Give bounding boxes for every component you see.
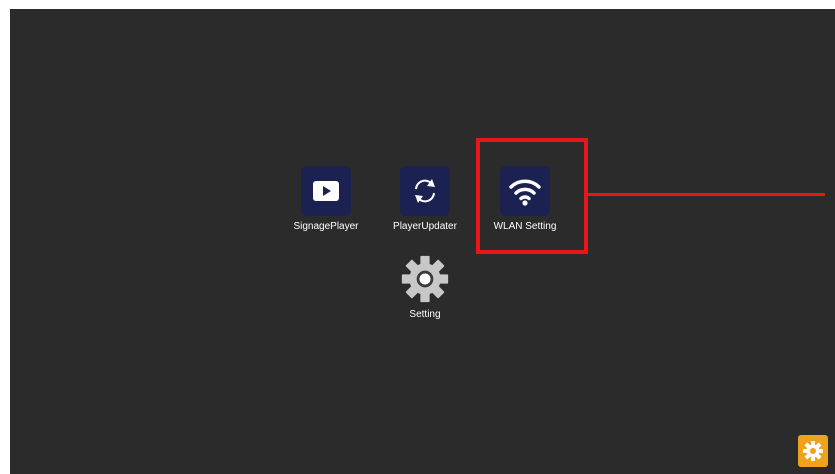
settings-corner-button[interactable] xyxy=(798,435,828,467)
app-setting[interactable]: Setting xyxy=(375,254,475,320)
app-label: PlayerUpdater xyxy=(393,221,457,232)
play-icon xyxy=(313,181,339,201)
app-player-updater[interactable]: PlayerUpdater xyxy=(375,166,475,232)
refresh-icon xyxy=(415,179,435,203)
app-signage-player[interactable]: SignagePlayer xyxy=(276,166,376,232)
callout-line xyxy=(584,193,825,196)
app-label: SignagePlayer xyxy=(293,221,359,232)
signage-player-tile[interactable] xyxy=(301,166,351,216)
setting-tile[interactable] xyxy=(400,254,450,304)
home-screen: SignagePlayer PlayerUpdater WLAN Setting xyxy=(10,9,835,474)
highlight-box xyxy=(476,138,588,254)
player-updater-tile[interactable] xyxy=(400,166,450,216)
gear-icon xyxy=(401,255,449,303)
app-label: Setting xyxy=(409,309,441,320)
gear-icon xyxy=(803,441,823,461)
